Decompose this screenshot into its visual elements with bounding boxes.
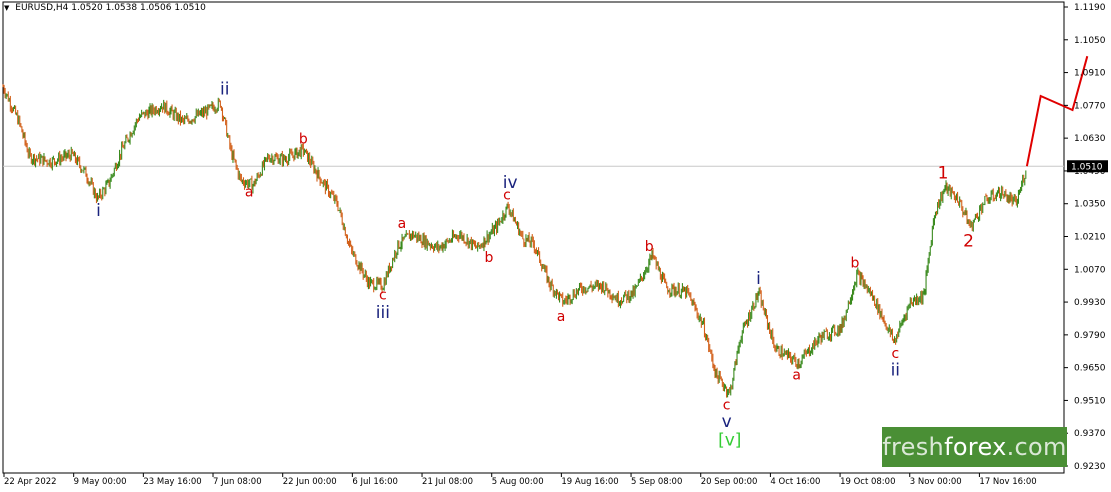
x-tick-label: 17 Nov 16:00 xyxy=(979,477,1036,487)
ohlc-values: 1.0520 1.0538 1.0506 1.0510 xyxy=(71,3,206,13)
x-tick-label: 7 Jun 08:00 xyxy=(213,477,262,487)
wave-label: iv xyxy=(503,173,518,193)
time-axis: 22 Apr 2022 9 May 00:00 23 May 16:00 7 Jun … xyxy=(3,473,1037,487)
y-tick-label: 1.0210 xyxy=(1074,233,1106,243)
wave-label: c xyxy=(379,288,387,304)
price-chart: iiiabciiiabcivabcv[v]iabcii12 1.11901.10… xyxy=(2,1,1108,487)
x-tick-label: 22 Apr 2022 xyxy=(4,477,57,487)
chart-header: ▼ EURUSD,H4 1.0520 1.0538 1.0506 1.0510 xyxy=(4,3,206,13)
brand-name: forex xyxy=(944,433,1007,461)
dropdown-triangle-icon[interactable]: ▼ xyxy=(4,4,9,12)
x-tick-label: 5 Sep 08:00 xyxy=(631,477,682,487)
wave-label: [v] xyxy=(718,431,741,451)
wave-label: b xyxy=(851,256,860,272)
wave-label: 1 xyxy=(938,164,949,184)
y-tick-label: 1.1190 xyxy=(1074,3,1106,13)
wave-label: i xyxy=(756,269,761,289)
y-tick-label: 0.9370 xyxy=(1074,429,1106,439)
wave-label: a xyxy=(245,185,254,201)
wave-label: ii xyxy=(220,79,229,99)
y-tick-label: 0.9510 xyxy=(1074,396,1106,406)
y-tick-label: 1.0350 xyxy=(1074,200,1106,210)
x-tick-label: 4 Oct 16:00 xyxy=(770,477,820,487)
brand-prefix: fresh xyxy=(882,433,945,461)
wave-label: b xyxy=(484,250,493,266)
wave-label: a xyxy=(398,216,407,232)
y-tick-label: 0.9650 xyxy=(1074,364,1106,374)
wave-label: a xyxy=(792,367,801,383)
candles xyxy=(2,84,1027,398)
x-tick-label: 9 May 00:00 xyxy=(74,477,127,487)
x-tick-label: 6 Jul 16:00 xyxy=(352,477,398,487)
y-tick-label: 1.0910 xyxy=(1074,69,1106,79)
x-tick-label: 5 Aug 00:00 xyxy=(492,477,544,487)
wave-label: ii xyxy=(891,360,900,380)
wave-label: i xyxy=(96,201,101,221)
x-tick-label: 19 Oct 08:00 xyxy=(840,477,895,487)
brand-suffix: .com xyxy=(1006,433,1067,461)
wave-label: v xyxy=(722,412,732,432)
current-price-label: 1.0510 xyxy=(1071,163,1103,173)
symbol-label: EURUSD,H4 xyxy=(15,3,69,13)
y-tick-label: 0.9930 xyxy=(1074,298,1106,308)
x-tick-label: 19 Aug 16:00 xyxy=(561,477,618,487)
y-tick-label: 1.0630 xyxy=(1074,134,1106,144)
brand-logo: freshforex.com xyxy=(882,427,1067,467)
x-tick-label: 23 May 16:00 xyxy=(143,477,201,487)
x-tick-label: 3 Nov 00:00 xyxy=(910,477,962,487)
wave-label: iii xyxy=(376,303,390,323)
wave-label: b xyxy=(645,239,654,255)
wave-label: a xyxy=(557,309,566,325)
x-tick-label: 22 Jun 00:00 xyxy=(283,477,337,487)
y-tick-label: 0.9230 xyxy=(1074,462,1106,472)
wave-label: b xyxy=(299,132,308,148)
x-tick-label: 21 Jul 08:00 xyxy=(422,477,473,487)
x-tick-label: 20 Sep 00:00 xyxy=(701,477,758,487)
y-tick-label: 1.1050 xyxy=(1074,36,1106,46)
y-tick-label: 1.0770 xyxy=(1074,101,1106,111)
y-tick-label: 1.0070 xyxy=(1074,265,1106,275)
y-tick-label: 0.9790 xyxy=(1074,331,1106,341)
wave-label: 2 xyxy=(963,231,974,251)
price-axis: 1.11901.10501.09101.07701.06301.04901.03… xyxy=(1064,3,1108,472)
